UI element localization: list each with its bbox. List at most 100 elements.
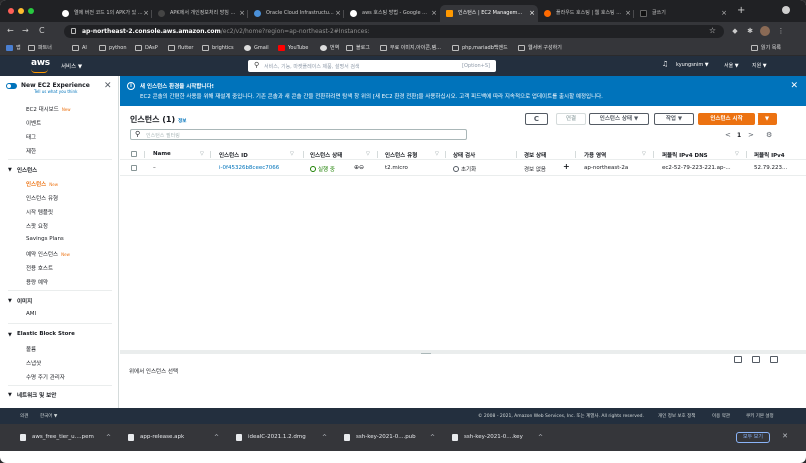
- prev-page-button[interactable]: <: [725, 131, 731, 139]
- sidebar-section-instances[interactable]: 인스턴스: [17, 166, 37, 174]
- select-all-checkbox[interactable]: [131, 151, 137, 157]
- browser-tab[interactable]: APK에서 개인정보처리 방침 ... ×: [152, 5, 248, 22]
- download-item[interactable]: idealC-2021.1.2.dmg ^: [234, 430, 327, 445]
- sidebar-item-instance-types[interactable]: 인스턴스 유형: [26, 194, 58, 202]
- feedback-link[interactable]: 의견: [20, 413, 28, 419]
- reload-icon[interactable]: C: [39, 26, 45, 36]
- column-status-check[interactable]: 상태 검사: [453, 151, 475, 159]
- chevron-up-icon[interactable]: ^: [538, 430, 543, 445]
- download-item[interactable]: app-release.apk ^: [126, 430, 219, 445]
- chevron-up-icon[interactable]: ^: [322, 430, 327, 445]
- bookmark-item[interactable]: flutter: [168, 44, 193, 53]
- sidebar-item-events[interactable]: 이벤트: [26, 119, 41, 127]
- extension-icon[interactable]: ◆: [730, 26, 740, 36]
- services-menu[interactable]: 서비스 ▼: [61, 62, 82, 70]
- sidebar-section-images[interactable]: 이미지: [17, 297, 32, 305]
- sidebar-item-spot-requests[interactable]: 스팟 요청: [26, 222, 48, 230]
- sidebar-item-dedicated-hosts[interactable]: 전용 호스트: [26, 264, 53, 272]
- notification-bell-icon[interactable]: ♫: [662, 60, 668, 68]
- next-page-button[interactable]: >: [748, 131, 754, 139]
- download-item[interactable]: ssh-key-2021-0....pub ^: [342, 430, 435, 445]
- terms-link[interactable]: 이용 약관: [712, 413, 730, 419]
- zoom-icons[interactable]: ⊕⊖: [354, 164, 364, 171]
- sidebar-item-capacity-reservations[interactable]: 용량 예약: [26, 278, 48, 286]
- sidebar-section-network[interactable]: 네트워크 및 보안: [17, 391, 56, 399]
- sidebar-item-tags[interactable]: 태그: [26, 133, 36, 141]
- page-number[interactable]: 1: [737, 132, 741, 139]
- sort-icon[interactable]: ▽: [735, 151, 739, 157]
- column-alarm-status[interactable]: 경보 상태: [524, 151, 546, 159]
- bookmark-item[interactable]: AI: [72, 44, 87, 53]
- minimize-window-dot[interactable]: [18, 8, 24, 14]
- banner-close-icon[interactable]: ✕: [790, 81, 798, 91]
- aws-logo[interactable]: aws: [31, 58, 50, 68]
- sort-icon[interactable]: ▽: [200, 151, 204, 157]
- tab-close-icon[interactable]: ×: [625, 5, 631, 22]
- sidebar-item-launch-templates[interactable]: 시작 템플릿: [26, 208, 53, 216]
- instance-filter-input[interactable]: ⚲ 인스턴스 필터링: [130, 129, 467, 140]
- sidebar-item-savings-plans[interactable]: Savings Plans: [26, 236, 64, 242]
- column-public-dns[interactable]: 퍼블릭 IPv4 DNS: [662, 151, 708, 159]
- reading-list[interactable]: 읽기 목록: [751, 44, 781, 53]
- bookmark-youtube[interactable]: YouTube: [278, 44, 308, 53]
- column-instance-state[interactable]: 인스턴스 상태: [310, 151, 342, 159]
- bookmark-item[interactable]: DAsP: [135, 44, 158, 53]
- forward-arrow-icon[interactable]: →: [22, 26, 29, 36]
- table-settings-icon[interactable]: ⚙: [766, 131, 772, 139]
- tab-search-icon[interactable]: [782, 6, 790, 14]
- puzzle-icon[interactable]: ✱: [745, 26, 755, 36]
- browser-tab[interactable]: 플라우드 호스팅 | 웹 호스팅 ... ×: [538, 5, 634, 22]
- launch-dropdown-button[interactable]: ▼: [757, 113, 777, 125]
- refresh-button[interactable]: C: [525, 113, 548, 125]
- bookmark-item[interactable]: brightics: [202, 44, 234, 53]
- browser-tab[interactable]: Oracle Cloud Infrastructu... ×: [248, 5, 344, 22]
- browser-tab-active[interactable]: 인스턴스 | EC2 Managem... ×: [440, 5, 538, 22]
- column-instance-type[interactable]: 인스턴스 유형: [385, 151, 417, 159]
- bookmark-item[interactable]: 번역: [320, 44, 339, 53]
- bookmark-apps[interactable]: 앱: [6, 44, 21, 53]
- bookmark-gmail[interactable]: Gmail: [244, 44, 269, 53]
- actions-button[interactable]: 작업 ▼: [654, 113, 694, 125]
- chevron-up-icon[interactable]: ^: [214, 430, 219, 445]
- address-bar[interactable]: ap-northeast-2.console.aws.amazon.com/ec…: [64, 25, 724, 38]
- bookmark-item[interactable]: 파트너: [28, 44, 52, 53]
- add-alarm-icon[interactable]: +: [563, 162, 570, 171]
- new-experience-toggle[interactable]: [6, 83, 17, 89]
- layout-bottom-icon[interactable]: [734, 356, 742, 363]
- bookmark-item[interactable]: 블로그: [346, 44, 370, 53]
- launch-instance-button[interactable]: 인스턴스 시작: [698, 113, 755, 125]
- sidebar-item-instances[interactable]: 인스턴스 New: [26, 180, 58, 188]
- tab-close-icon[interactable]: ×: [431, 5, 437, 22]
- sidebar-item-lifecycle-manager[interactable]: 수명 주기 관리자: [26, 373, 65, 381]
- sidebar-item-reserved-instances[interactable]: 예약 인스턴스 New: [26, 250, 70, 258]
- sidebar-item-snapshots[interactable]: 스냅샷: [26, 359, 41, 367]
- language-selector[interactable]: 한국어 ▼: [40, 413, 57, 419]
- bookmark-item[interactable]: python: [99, 44, 127, 53]
- sidebar-close-icon[interactable]: ✕: [104, 81, 112, 91]
- tab-close-icon[interactable]: ×: [721, 5, 727, 22]
- info-link[interactable]: 정보: [178, 119, 186, 124]
- sort-icon[interactable]: ▽: [435, 151, 439, 157]
- cell-instance-id-link[interactable]: i-0f45326b8ceec7066: [219, 165, 279, 171]
- close-shelf-icon[interactable]: ✕: [782, 432, 788, 440]
- layout-split-icon[interactable]: [752, 356, 760, 363]
- column-name[interactable]: Name: [153, 151, 171, 157]
- close-window-dot[interactable]: [8, 8, 14, 14]
- sidebar-item-dashboard[interactable]: EC2 대시보드 New: [26, 105, 71, 113]
- chevron-up-icon[interactable]: ^: [430, 430, 435, 445]
- layout-full-icon[interactable]: [770, 356, 778, 363]
- sort-icon[interactable]: ▽: [290, 151, 294, 157]
- download-item[interactable]: aws_free_tier_u....pem ^: [18, 430, 111, 445]
- table-row[interactable]: – i-0f45326b8ceec7066 실행 중 ⊕⊖ t2.micro 초…: [120, 161, 806, 176]
- chevron-up-icon[interactable]: ^: [106, 430, 111, 445]
- sort-icon[interactable]: ▽: [366, 151, 370, 157]
- column-availability-zone[interactable]: 가용 영역: [584, 151, 606, 159]
- sidebar-item-volumes[interactable]: 볼륨: [26, 345, 36, 353]
- tab-close-icon[interactable]: ×: [143, 5, 149, 22]
- tab-close-icon[interactable]: ×: [239, 5, 245, 22]
- instance-state-button[interactable]: 인스턴스 상태 ▼: [589, 113, 649, 125]
- show-all-downloads-button[interactable]: 모두 보기: [736, 432, 770, 443]
- browser-tab[interactable]: 엘에 버전 코드 1의 APK가 있 ... ×: [56, 5, 152, 22]
- download-item[interactable]: ssh-key-2021-0....key ^: [450, 430, 543, 445]
- region-menu[interactable]: 서울 ▼: [724, 62, 739, 69]
